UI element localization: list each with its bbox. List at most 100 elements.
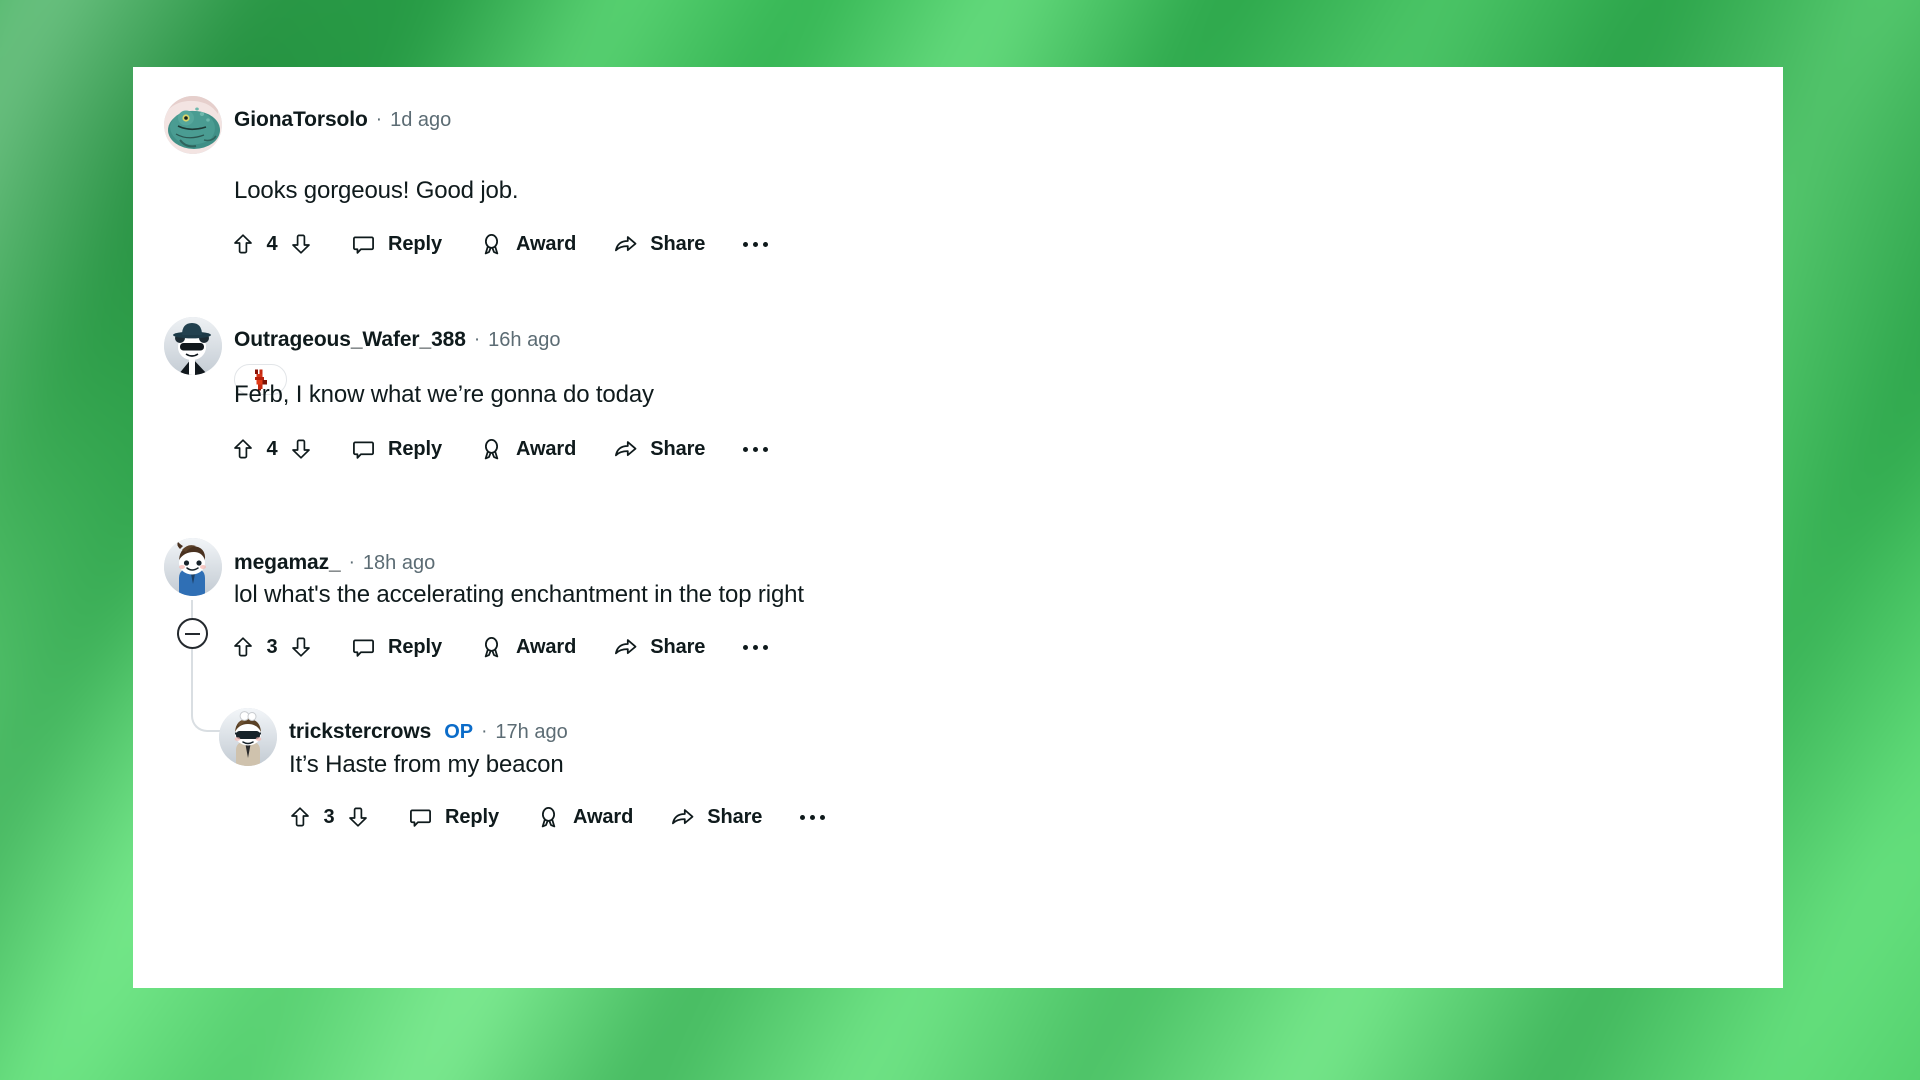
- upvote-arrow-icon: [234, 234, 252, 254]
- more-options-button[interactable]: [743, 241, 769, 247]
- snoo-topknot-sunglasses-avatar: [219, 708, 277, 766]
- award-button[interactable]: Award: [479, 429, 576, 469]
- separator-dot: ·: [375, 109, 383, 130]
- more-options-button[interactable]: [743, 644, 769, 650]
- upvote-button[interactable]: [231, 224, 255, 264]
- vote-group: 4: [231, 429, 313, 469]
- upvote-arrow-icon: [291, 807, 309, 827]
- vote-count: 3: [323, 805, 335, 828]
- separator-dot: ·: [481, 721, 488, 742]
- snoo-brown-hair-avatar: [164, 538, 222, 596]
- thread-line: [191, 600, 193, 618]
- share-label: Share: [707, 805, 763, 828]
- thread-line: [191, 649, 193, 696]
- upvote-arrow-icon: [234, 439, 252, 459]
- more-options-icon: [743, 241, 749, 247]
- comment-body: Looks gorgeous! Good job.: [234, 177, 519, 204]
- award-button[interactable]: Award: [479, 224, 576, 264]
- upvote-arrow-icon: [234, 637, 252, 657]
- collapse-thread-button[interactable]: [177, 618, 208, 649]
- timestamp: 17h ago: [495, 720, 568, 743]
- more-options-icon: [743, 644, 749, 650]
- reply-button[interactable]: Reply: [351, 627, 442, 667]
- separator-dot: ·: [348, 552, 355, 573]
- award-button[interactable]: Award: [536, 797, 633, 837]
- comments-card: GionaTorsolo · 1d ago Looks gorgeous! Go…: [133, 67, 1783, 988]
- downvote-button[interactable]: [289, 627, 313, 667]
- award-ribbon-icon: [541, 806, 556, 827]
- award-label: Award: [515, 437, 577, 460]
- award-label: Award: [515, 635, 577, 658]
- reply-label: Reply: [388, 232, 442, 255]
- upvote-button[interactable]: [231, 627, 255, 667]
- timestamp: 1d ago: [390, 108, 452, 131]
- award-ribbon-icon: [484, 438, 499, 459]
- avatar[interactable]: [164, 96, 222, 154]
- comment-body: lol what's the accelerating enchantment …: [234, 581, 804, 608]
- upvote-button[interactable]: [288, 797, 312, 837]
- username[interactable]: megamaz_: [234, 551, 341, 575]
- comment-actions: 4 Reply Award Share: [231, 224, 769, 264]
- op-badge: OP: [444, 720, 474, 743]
- username[interactable]: Outrageous_Wafer_388: [234, 328, 466, 352]
- downvote-arrow-icon: [292, 234, 310, 254]
- award-ribbon-icon: [484, 636, 499, 657]
- comment-bubble-icon: [353, 441, 374, 459]
- comment-header: Outrageous_Wafer_388 · 16h ago: [234, 328, 560, 352]
- downvote-arrow-icon: [349, 807, 367, 827]
- comment-body: It’s Haste from my beacon: [289, 751, 564, 778]
- reply-label: Reply: [445, 805, 499, 828]
- avatar[interactable]: [164, 317, 222, 375]
- comment-header: megamaz_ · 18h ago: [234, 551, 435, 575]
- reply-label: Reply: [388, 437, 442, 460]
- award-label: Award: [515, 232, 577, 255]
- comment-actions: 3 Reply Award Share: [231, 627, 769, 667]
- username[interactable]: trickstercrows: [289, 720, 431, 744]
- vote-group: 3: [288, 797, 370, 837]
- upvote-button[interactable]: [231, 429, 255, 469]
- reply-button[interactable]: Reply: [351, 224, 442, 264]
- share-button[interactable]: Share: [613, 224, 705, 264]
- avatar[interactable]: [219, 708, 277, 766]
- downvote-arrow-icon: [292, 637, 310, 657]
- timestamp: 16h ago: [488, 328, 561, 351]
- timestamp: 18h ago: [362, 551, 436, 574]
- award-button[interactable]: Award: [479, 627, 576, 667]
- separator-dot: ·: [473, 329, 481, 350]
- share-arrow-icon: [672, 808, 694, 824]
- comment-bubble-icon: [410, 809, 431, 827]
- avatar[interactable]: [164, 538, 222, 596]
- downvote-button[interactable]: [289, 429, 313, 469]
- username[interactable]: GionaTorsolo: [234, 108, 368, 132]
- share-button[interactable]: Share: [613, 429, 705, 469]
- comment-bubble-icon: [353, 639, 374, 657]
- reply-button[interactable]: Reply: [408, 797, 499, 837]
- share-label: Share: [650, 232, 706, 255]
- award-ribbon-icon: [484, 233, 499, 254]
- award-label: Award: [572, 805, 634, 828]
- share-button[interactable]: Share: [670, 797, 762, 837]
- more-options-button[interactable]: [743, 446, 769, 452]
- more-options-button[interactable]: [800, 814, 826, 820]
- reply-label: Reply: [388, 635, 442, 658]
- vote-count: 3: [266, 635, 278, 658]
- comment-bubble-icon: [353, 236, 374, 254]
- frog-avatar: [164, 96, 222, 154]
- vote-count: 4: [266, 437, 278, 460]
- comment-actions: 3 Reply Award Share: [288, 797, 826, 837]
- panda-hat-sunglasses-avatar: [164, 317, 222, 375]
- comment-header: trickstercrows OP · 17h ago: [289, 720, 568, 744]
- vote-group: 4: [231, 224, 313, 264]
- share-button[interactable]: Share: [613, 627, 705, 667]
- reply-button[interactable]: Reply: [351, 429, 442, 469]
- comment-actions: 4 Reply Award Share: [231, 429, 769, 469]
- downvote-button[interactable]: [289, 224, 313, 264]
- more-options-icon: [800, 814, 806, 820]
- vote-group: 3: [231, 627, 313, 667]
- share-arrow-icon: [615, 638, 637, 654]
- share-label: Share: [650, 635, 706, 658]
- downvote-button[interactable]: [346, 797, 370, 837]
- comment-body: Ferb, I know what we’re gonna do today: [234, 381, 654, 408]
- share-arrow-icon: [615, 440, 637, 456]
- share-label: Share: [650, 437, 706, 460]
